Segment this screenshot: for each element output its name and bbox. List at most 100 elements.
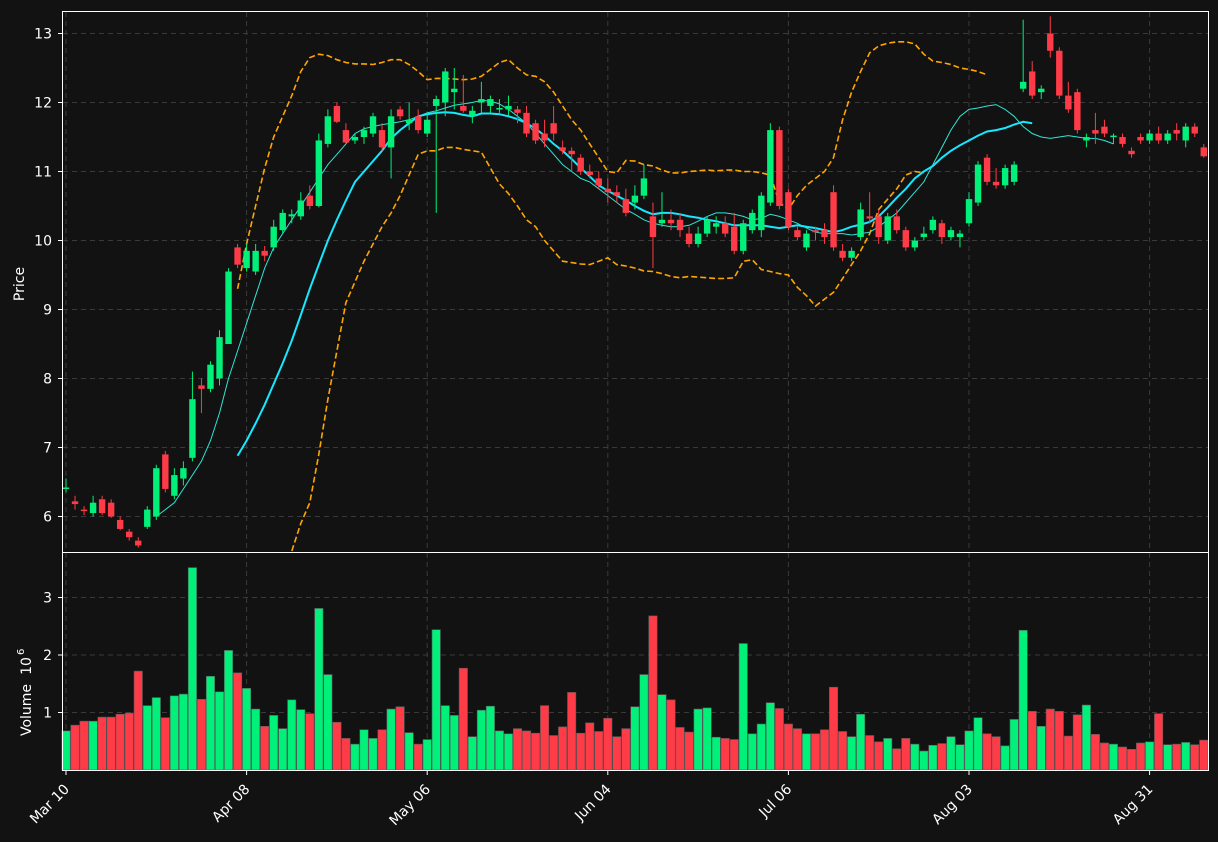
candle-body <box>1074 92 1081 131</box>
volume-bar <box>892 748 902 771</box>
candle-body <box>1065 95 1072 110</box>
price-axis-title: Price <box>12 267 28 301</box>
candle-body <box>703 219 711 234</box>
candle-body <box>1038 88 1045 93</box>
candle-body <box>712 223 720 227</box>
volume-bar <box>1163 744 1173 771</box>
candle-body <box>541 133 548 141</box>
volume-bar <box>1036 725 1046 771</box>
volume-bar <box>1009 719 1019 771</box>
volume-bar <box>1118 746 1128 771</box>
candle-body <box>794 230 801 238</box>
volume-bar <box>1027 711 1037 771</box>
candle-body <box>216 337 223 379</box>
candle-body <box>180 468 187 479</box>
volume-bar <box>847 736 857 771</box>
volume-bar <box>404 732 414 771</box>
price-tick-label: 12 <box>34 96 52 112</box>
volume-bar <box>801 733 811 771</box>
candle-body <box>1083 137 1090 141</box>
volume-bar <box>648 615 658 771</box>
volume-bar <box>928 744 938 771</box>
candle-body <box>577 157 584 172</box>
volume-bar <box>395 706 405 771</box>
candle-body <box>992 181 1000 186</box>
volume-bar <box>675 727 685 771</box>
volume-bar <box>783 723 793 771</box>
volume-bar <box>540 705 550 771</box>
volume-bar <box>910 743 920 771</box>
candle-body <box>333 105 341 122</box>
candle-body <box>983 157 991 182</box>
volume-bar <box>666 699 676 771</box>
candle-body <box>234 247 241 265</box>
candle-body <box>532 123 539 141</box>
volume-bar <box>350 743 360 771</box>
candle-body <box>938 223 946 238</box>
volume-bar <box>476 709 486 771</box>
volume-bar <box>729 739 739 771</box>
volume-bar <box>278 728 288 771</box>
candle-body <box>71 501 79 505</box>
candle-body <box>956 233 964 238</box>
volume-bar <box>133 670 143 771</box>
candle-body <box>767 130 774 203</box>
candle-body <box>279 212 286 231</box>
volume-bar <box>982 733 992 771</box>
candle-body <box>1173 130 1180 134</box>
volume-bar <box>1000 745 1010 771</box>
volume-bar <box>1172 743 1182 771</box>
volume-bar <box>187 567 197 771</box>
volume-bar <box>151 697 161 771</box>
volume-bar <box>79 720 89 771</box>
candle-body <box>225 271 232 344</box>
volume-bar <box>594 731 604 771</box>
candle-body <box>1092 130 1099 134</box>
candle-body <box>324 116 332 144</box>
candle-body <box>116 519 124 529</box>
volume-bar <box>874 741 884 771</box>
candle-body <box>1200 147 1207 157</box>
volume-bar <box>883 738 893 771</box>
candle-body <box>902 230 909 248</box>
volume-axis-label: Volume <box>19 684 35 736</box>
volume-bar <box>359 729 369 771</box>
volume-bar <box>603 717 613 771</box>
candle-body <box>171 475 178 496</box>
candle-body <box>523 112 530 134</box>
candle-body <box>694 233 702 244</box>
volume-bar <box>431 629 441 771</box>
candle-body <box>198 385 205 389</box>
candle-body <box>721 223 729 234</box>
volume-bar <box>1072 714 1082 771</box>
volume-bar <box>269 715 279 771</box>
volume-bar <box>1090 734 1100 771</box>
volume-bar <box>531 732 541 771</box>
volume-tick-label: 3 <box>43 591 52 607</box>
price-tick-label: 10 <box>34 234 52 250</box>
volume-bar <box>567 692 577 771</box>
volume-bar <box>224 650 234 771</box>
volume-bar <box>621 728 631 771</box>
volume-bar <box>178 693 188 771</box>
candle-body <box>351 137 359 141</box>
volume-bar <box>215 691 225 771</box>
candle-body <box>442 71 449 103</box>
candle-body <box>1110 135 1117 138</box>
volume-bar <box>747 733 757 771</box>
candle-body <box>469 110 476 117</box>
candle-body <box>1164 133 1171 141</box>
volume-bar <box>1199 739 1209 771</box>
candle-body <box>98 499 106 514</box>
volume-bar <box>61 730 71 771</box>
volume-bar <box>585 722 595 771</box>
volume-bar <box>756 723 766 771</box>
candle-body <box>893 216 900 231</box>
candle-body <box>622 199 630 213</box>
candle-body <box>604 188 611 193</box>
candle-body <box>568 150 575 155</box>
price-tick-label: 11 <box>34 165 52 181</box>
volume-bar <box>512 728 522 771</box>
candle-body <box>857 209 864 238</box>
candle-body <box>875 216 882 238</box>
